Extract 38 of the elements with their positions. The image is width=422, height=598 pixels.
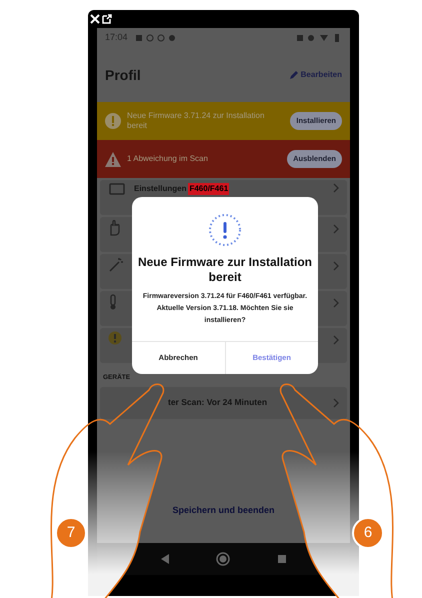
row-label: ter Scan: Vor 24 Minuten [168,396,268,410]
close-icon[interactable] [90,14,100,24]
chevron-right-icon [333,224,339,234]
dialog-title: Neue Firmware zur Installation bereit [137,255,313,285]
exclamation-icon [208,213,242,247]
chevron-right-icon [333,298,339,308]
save-and-exit-button[interactable]: Speichern und beenden [172,504,274,517]
chevron-right-icon [333,261,339,271]
exclamation-icon [108,331,122,345]
settings-row-end[interactable] [318,254,347,289]
settings-row[interactable] [100,254,132,289]
chevron-right-icon [333,335,339,345]
settings-row[interactable] [100,328,132,363]
external-link-icon[interactable] [102,14,112,24]
device-tag: F460/F461 [188,183,230,195]
status-icons-drawing [296,34,342,42]
settings-row-end[interactable] [318,217,347,252]
settings-row[interactable] [100,217,132,252]
tablet-icon [109,183,125,195]
back-icon[interactable] [160,553,170,565]
row-label: Einstellungen [134,183,186,195]
home-icon[interactable] [216,552,230,566]
settings-row-end[interactable] [318,328,347,363]
chevron-right-icon [333,398,339,408]
pencil-icon [288,70,299,80]
thermometer-icon [108,294,118,310]
chevron-right-icon [333,183,339,193]
banner-text: 1 Abweichung im Scan [127,154,209,164]
recent-apps-icon[interactable] [276,554,287,564]
page-title: Profil [105,66,141,84]
hand-icon [108,220,122,236]
edit-button[interactable]: Bearbeiten [288,69,342,81]
banner-text: Neue Firmware 3.71.24 zur Installation bereit [127,111,266,131]
settings-row-end[interactable] [318,291,347,326]
exclamation-icon [105,113,121,129]
wand-icon [108,257,124,273]
settings-row[interactable] [100,291,132,326]
warning-icon [105,152,121,166]
